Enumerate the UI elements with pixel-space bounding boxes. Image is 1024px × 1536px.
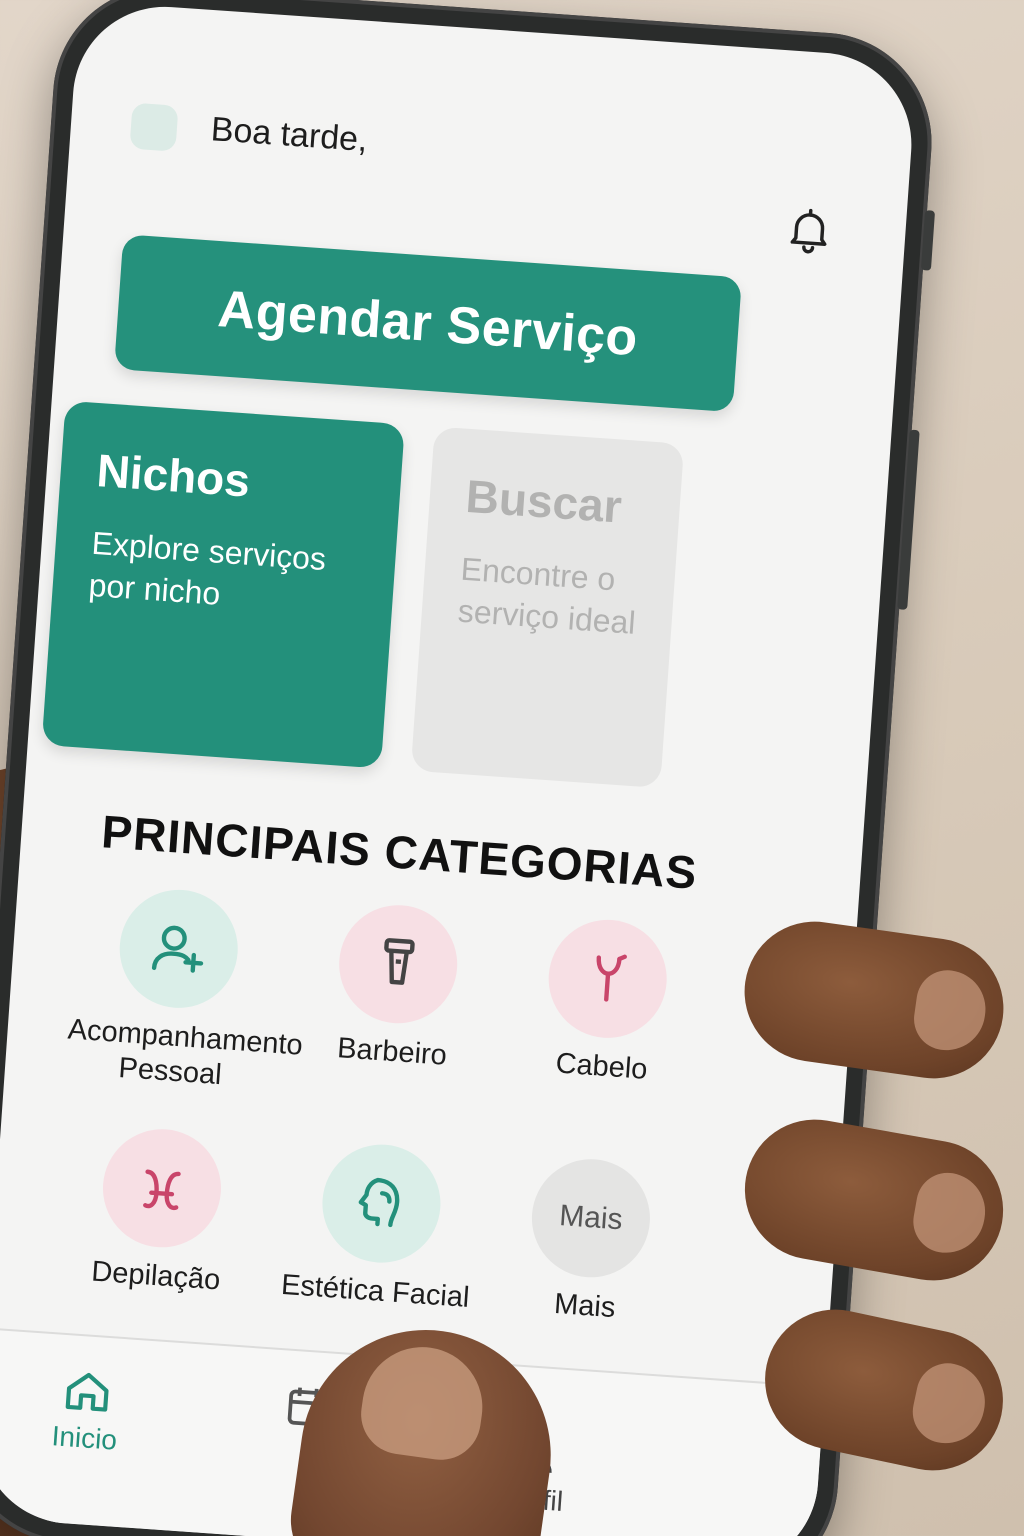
- category-depilacao[interactable]: Depilação: [50, 1122, 271, 1301]
- razor-icon: [335, 901, 462, 1028]
- category-label: Mais: [553, 1287, 617, 1325]
- app-screen: Boa tarde, Agendar Serviço Nichos Explor…: [0, 0, 918, 1536]
- side-button-power: [920, 210, 936, 271]
- user-plus-icon: [115, 885, 242, 1012]
- category-mais[interactable]: Mais Mais: [479, 1152, 700, 1331]
- phone: Boa tarde, Agendar Serviço Nichos Explor…: [0, 0, 939, 1536]
- depilation-icon: [99, 1125, 225, 1252]
- category-label: Depilação: [90, 1255, 222, 1297]
- side-button-volume: [897, 429, 920, 610]
- category-cabelo[interactable]: Cabelo: [496, 913, 717, 1092]
- category-label: Barbeiro: [336, 1032, 448, 1072]
- hair-tool-icon: [544, 915, 671, 1042]
- category-label: Cabelo: [554, 1047, 649, 1086]
- category-barbeiro[interactable]: Barbeiro: [286, 898, 507, 1077]
- categories-title: PRINCIPAIS CATEGORIAS: [99, 805, 700, 899]
- face-icon: [318, 1140, 445, 1267]
- category-acompanhamento-pessoal[interactable]: Acompanhamento Pessoal: [64, 883, 304, 1097]
- tab-label: Inicio: [50, 1420, 119, 1456]
- phone-frame: Boa tarde, Agendar Serviço Nichos Explor…: [0, 0, 939, 1536]
- categories-section: PRINCIPAIS CATEGORIAS Acompanhamento Pes…: [67, 6, 858, 1382]
- more-icon: Mais: [527, 1155, 654, 1282]
- home-icon: [65, 1372, 109, 1412]
- category-label: Estética Facial: [280, 1268, 471, 1314]
- category-label: Acompanhamento Pessoal: [66, 1013, 304, 1091]
- tab-inicio[interactable]: Inicio: [8, 1361, 164, 1459]
- category-estetica-facial[interactable]: Estética Facial: [269, 1137, 490, 1316]
